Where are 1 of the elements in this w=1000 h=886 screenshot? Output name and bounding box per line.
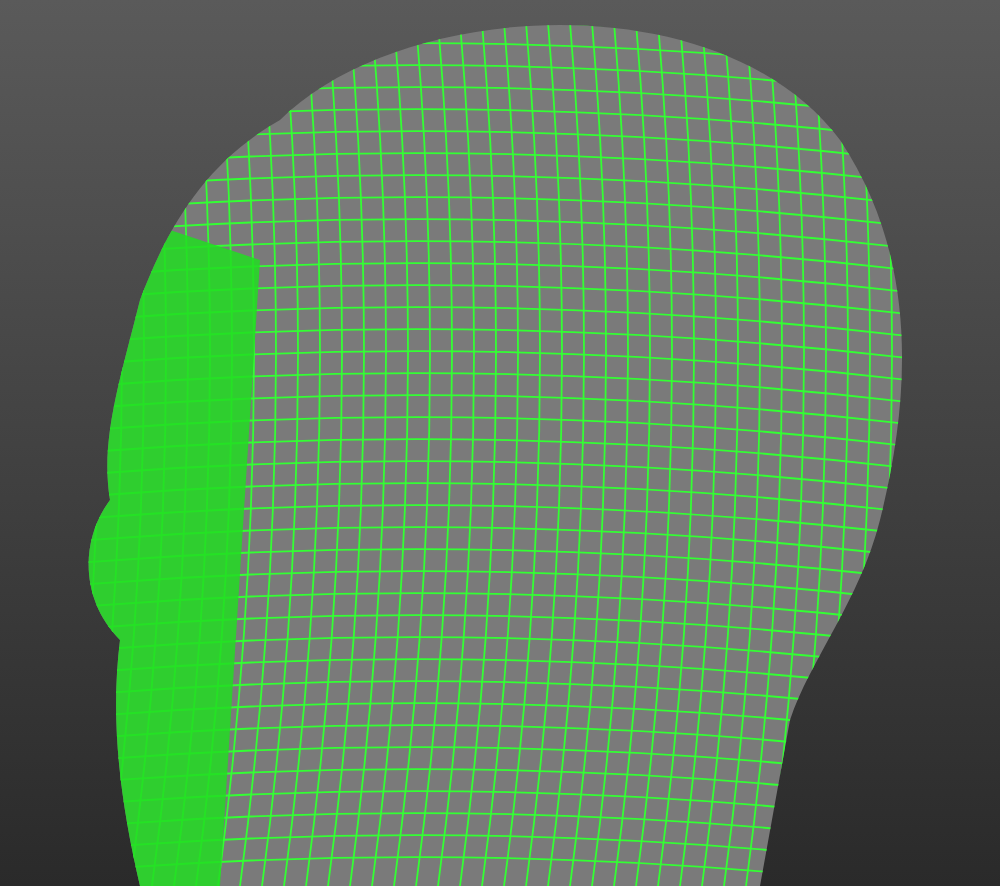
viewport[interactable]: [0, 0, 1000, 886]
